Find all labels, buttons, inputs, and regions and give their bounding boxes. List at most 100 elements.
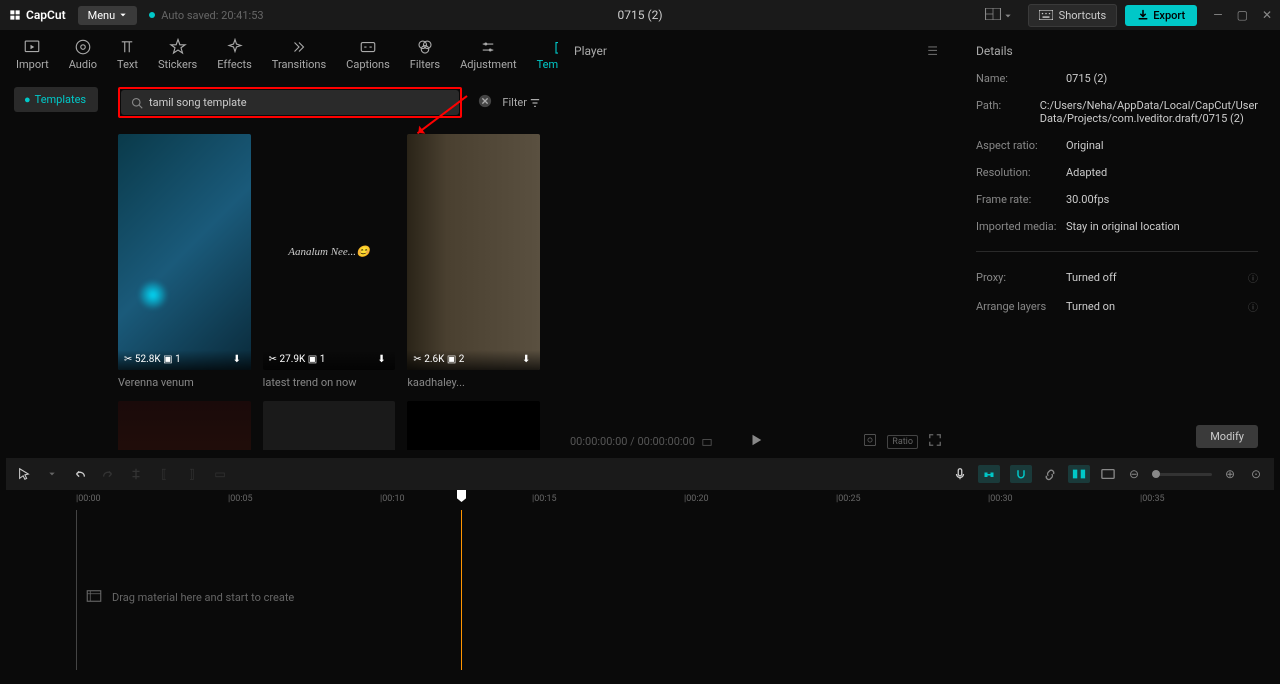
export-button[interactable]: Export bbox=[1125, 5, 1197, 26]
zoom-in-icon[interactable]: ⊕ bbox=[1222, 466, 1238, 482]
mic-icon[interactable] bbox=[952, 466, 968, 482]
tab-filters[interactable]: Filters bbox=[400, 34, 450, 75]
detail-label: Name: bbox=[976, 72, 1066, 85]
detail-value: Turned on bbox=[1066, 300, 1248, 313]
import-icon bbox=[23, 38, 41, 56]
play-button[interactable] bbox=[749, 433, 763, 450]
download-icon[interactable]: ⬇ bbox=[522, 354, 534, 366]
text-icon bbox=[118, 38, 136, 56]
detail-label: Arrange layers bbox=[976, 300, 1066, 313]
menu-button[interactable]: Menu bbox=[78, 6, 138, 25]
cursor-dropdown[interactable] bbox=[44, 466, 60, 482]
player-menu-icon[interactable]: ☰ bbox=[927, 44, 938, 58]
player-timecode: 00:00:00:00 / 00:00:00:00 bbox=[570, 435, 712, 448]
link-icon[interactable] bbox=[1042, 466, 1058, 482]
media-icon bbox=[86, 590, 102, 605]
detail-value: C:/Users/Neha/AppData/Local/CapCut/User … bbox=[1040, 99, 1258, 125]
autosave-status: Auto saved: 20:41:53 bbox=[149, 9, 263, 22]
detail-value: Turned off bbox=[1066, 271, 1248, 284]
detail-label: Frame rate: bbox=[976, 193, 1066, 206]
maximize-button[interactable]: ▢ bbox=[1237, 8, 1248, 22]
ratio-button[interactable]: Ratio bbox=[887, 435, 918, 449]
tab-audio[interactable]: Audio bbox=[59, 34, 107, 75]
modify-button[interactable]: Modify bbox=[1196, 425, 1258, 448]
template-card[interactable]: ✂ 52.8K ▣ 1 ⬇ Verenna venum bbox=[118, 134, 251, 389]
tab-adjustment[interactable]: Adjustment bbox=[450, 34, 527, 75]
info-icon[interactable]: ⓘ bbox=[1248, 270, 1258, 285]
download-icon[interactable]: ⬇ bbox=[377, 354, 389, 366]
playhead[interactable] bbox=[461, 510, 462, 670]
close-button[interactable]: ✕ bbox=[1262, 8, 1272, 22]
timeline-tracks[interactable]: Drag material here and start to create bbox=[6, 510, 1274, 670]
audio-icon bbox=[74, 38, 92, 56]
zoom-slider[interactable] bbox=[1152, 473, 1212, 476]
timeline-ruler[interactable]: |00:00 |00:05 |00:10 |00:15 |00:20 |00:2… bbox=[6, 490, 1274, 510]
timeline-drop-hint: Drag material here and start to create bbox=[86, 590, 294, 605]
search-icon bbox=[131, 97, 143, 109]
template-title: latest trend on now bbox=[263, 376, 396, 389]
detail-value: Original bbox=[1066, 139, 1258, 152]
snapshot-icon[interactable] bbox=[863, 433, 877, 450]
template-card[interactable] bbox=[118, 401, 251, 450]
app-name: CapCut bbox=[26, 8, 66, 22]
undo-button[interactable] bbox=[72, 466, 88, 482]
search-highlight-box bbox=[118, 87, 462, 118]
tab-stickers[interactable]: Stickers bbox=[148, 34, 207, 75]
split-button[interactable] bbox=[128, 466, 144, 482]
detail-value: Adapted bbox=[1066, 166, 1258, 179]
template-card[interactable]: ✂ 2.6K ▣ 2 ⬇ kaadhaley... bbox=[407, 134, 540, 389]
zoom-out-icon[interactable]: ⊖ bbox=[1126, 466, 1142, 482]
template-card[interactable]: Aanalum Nee...😊 ✂ 27.9K ▣ 1 ⬇ latest tre… bbox=[263, 134, 396, 389]
transitions-icon bbox=[290, 38, 308, 56]
search-input[interactable] bbox=[149, 96, 449, 109]
delete-right-button[interactable]: ⟧ bbox=[184, 466, 200, 482]
magnet-track-icon[interactable] bbox=[1010, 465, 1032, 483]
minimize-button[interactable]: — bbox=[1213, 8, 1222, 22]
tab-text[interactable]: Text bbox=[107, 34, 148, 75]
detail-label: Aspect ratio: bbox=[976, 139, 1066, 152]
detail-value: 0715 (2) bbox=[1066, 72, 1258, 85]
stickers-icon bbox=[169, 38, 187, 56]
tab-effects[interactable]: Effects bbox=[207, 34, 262, 75]
download-icon[interactable]: ⬇ bbox=[233, 354, 245, 366]
template-title: Verenna venum bbox=[118, 376, 251, 389]
template-card[interactable]: "Thanshii" 👀 bbox=[407, 401, 540, 450]
tab-transitions[interactable]: Transitions bbox=[262, 34, 336, 75]
captions-icon bbox=[359, 38, 377, 56]
filter-button[interactable]: Filter bbox=[502, 96, 540, 109]
magnet-main-icon[interactable] bbox=[978, 465, 1000, 483]
adjustment-icon bbox=[479, 38, 497, 56]
cover-icon[interactable] bbox=[1100, 466, 1116, 482]
detail-label: Resolution: bbox=[976, 166, 1066, 179]
detail-label: Proxy: bbox=[976, 271, 1066, 284]
detail-label: Path: bbox=[976, 99, 1040, 125]
tab-captions[interactable]: Captions bbox=[336, 34, 400, 75]
redo-button[interactable] bbox=[100, 466, 116, 482]
app-logo: CapCut bbox=[8, 8, 66, 22]
project-title: 0715 (2) bbox=[618, 8, 663, 22]
detail-value: 30.00fps bbox=[1066, 193, 1258, 206]
template-title: kaadhaley... bbox=[407, 376, 540, 389]
scissors-icon: ✂ bbox=[413, 354, 421, 365]
shortcuts-button[interactable]: Shortcuts bbox=[1028, 4, 1118, 27]
info-icon[interactable]: ⓘ bbox=[1248, 299, 1258, 314]
search-clear-button[interactable] bbox=[478, 94, 492, 111]
preview-axis-icon[interactable] bbox=[1068, 465, 1090, 483]
detail-label: Imported media: bbox=[976, 220, 1066, 233]
layout-icon[interactable] bbox=[985, 8, 1012, 23]
template-card[interactable] bbox=[263, 401, 396, 450]
scissors-icon: ✂ bbox=[124, 354, 132, 365]
detail-value: Stay in original location bbox=[1066, 220, 1258, 233]
tab-import[interactable]: Import bbox=[6, 34, 59, 75]
delete-left-button[interactable]: ⟦ bbox=[156, 466, 172, 482]
delete-button[interactable]: ▭ bbox=[212, 466, 228, 482]
player-title: Player bbox=[574, 44, 607, 58]
fullscreen-icon[interactable] bbox=[928, 433, 942, 450]
filters-icon bbox=[416, 38, 434, 56]
sidebar-item-templates[interactable]: ● Templates bbox=[14, 87, 98, 112]
scissors-icon: ✂ bbox=[269, 354, 277, 365]
details-title: Details bbox=[960, 30, 1274, 72]
cursor-tool[interactable] bbox=[16, 466, 32, 482]
player-viewport bbox=[558, 72, 954, 425]
zoom-fit-icon[interactable]: ⊙ bbox=[1248, 466, 1264, 482]
